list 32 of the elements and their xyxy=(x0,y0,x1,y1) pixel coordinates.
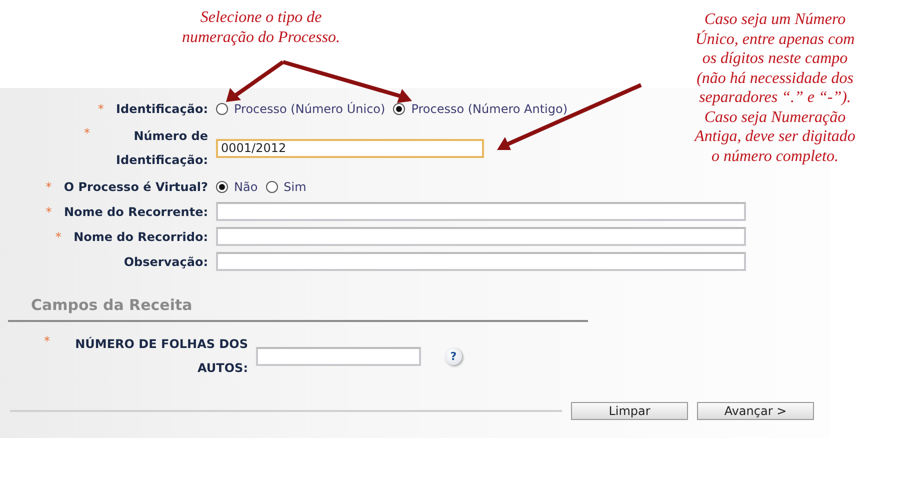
section-title: Campos da Receita xyxy=(31,296,192,314)
radio-button[interactable] xyxy=(393,103,406,115)
radio-button[interactable] xyxy=(266,181,278,193)
text-field[interactable]: 0001/2012 xyxy=(216,138,484,158)
field-label: Nome do Recorrido: xyxy=(74,230,208,244)
annotation-text: Caso seja um Número Único, entre apenas com os dígitos neste campo (não há necessidade dos separadores “.” e “-”). Caso seja Numeração Antiga, deve ser digitado o número completo. xyxy=(692,10,856,166)
required-asterisk: * xyxy=(84,125,90,142)
radio-button[interactable] xyxy=(216,103,228,115)
required-asterisk: * xyxy=(98,102,104,116)
help-button[interactable]: ? xyxy=(445,348,462,364)
radio-label[interactable]: Processo (Número Único) xyxy=(234,102,386,116)
radio-label[interactable]: Não xyxy=(234,180,258,194)
form-button[interactable]: Avançar > xyxy=(697,402,814,420)
text-field[interactable] xyxy=(216,227,746,246)
radio-label[interactable]: Processo (Número Antigo) xyxy=(411,102,568,116)
annotation-text: Selecione o tipo de numeração do Processo. xyxy=(182,8,340,47)
field-label: Identificação: xyxy=(116,102,208,116)
text-field[interactable] xyxy=(216,252,746,271)
required-asterisk: * xyxy=(46,180,52,194)
text-field[interactable] xyxy=(256,346,421,366)
required-asterisk: * xyxy=(46,204,52,218)
field-label: NÚMERO DE FOLHAS DOS AUTOS: xyxy=(74,336,248,377)
radio-label[interactable]: Sim xyxy=(284,180,306,194)
radio-button[interactable] xyxy=(216,181,228,193)
field-label: O Processo é Virtual? xyxy=(64,180,208,194)
field-label: Observação: xyxy=(124,254,208,268)
required-asterisk: * xyxy=(44,333,50,350)
field-label: Número de Identificação: xyxy=(115,128,208,169)
form-button[interactable]: Limpar xyxy=(571,402,688,420)
required-asterisk: * xyxy=(55,230,62,244)
text-field[interactable] xyxy=(216,202,746,221)
field-label: Nome do Recorrente: xyxy=(64,204,208,218)
